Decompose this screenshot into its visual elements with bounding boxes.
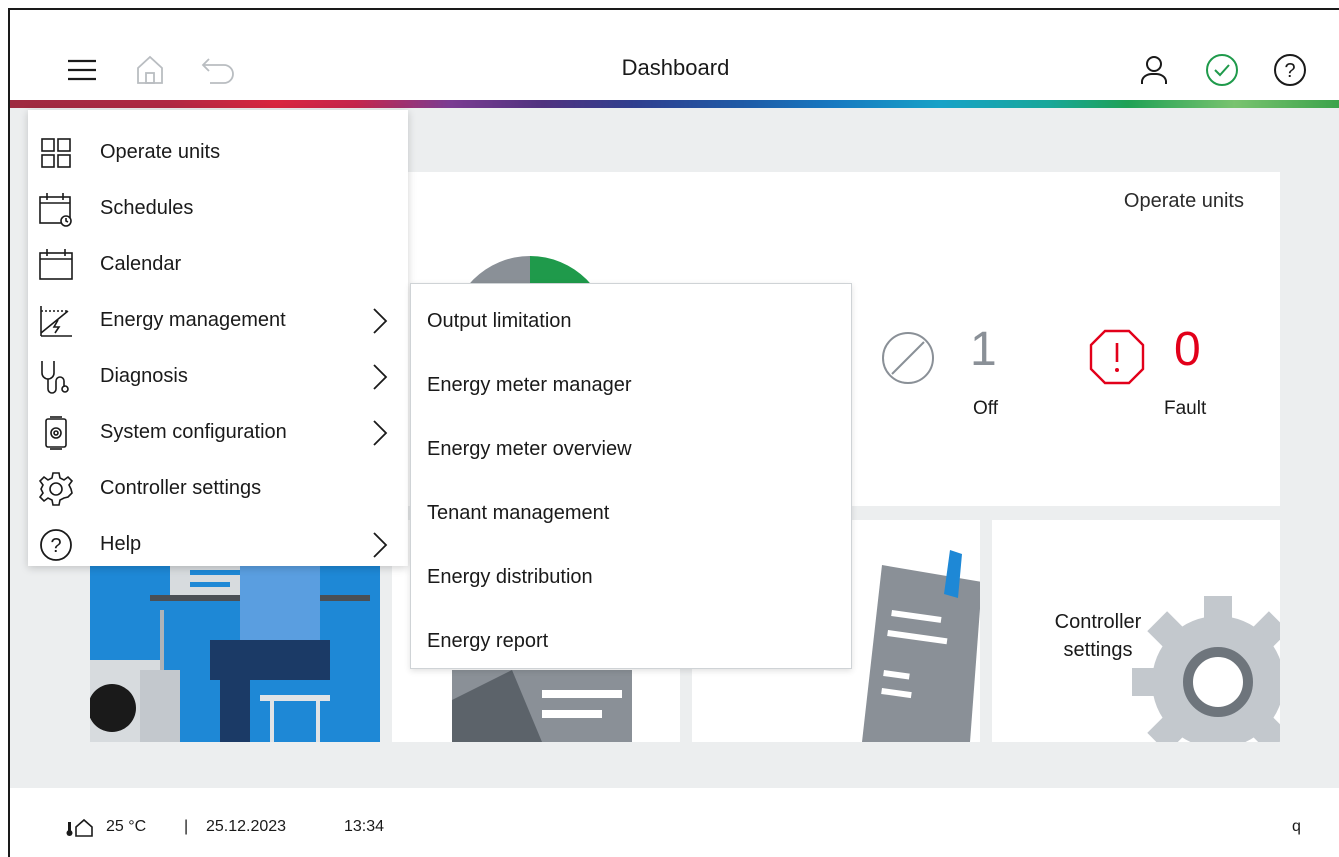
main-menu: Operate units Schedules Calendar Energy … — [28, 110, 408, 566]
temperature-value: 25 °C — [106, 818, 147, 835]
menu-item-energy-management[interactable]: Energy management — [28, 293, 408, 349]
system-configuration-icon — [38, 415, 74, 451]
fault-label: Fault — [1164, 398, 1207, 419]
submenu-item-label: Output limitation — [427, 310, 572, 332]
gear-icon — [38, 471, 74, 507]
menu-item-label: System configuration — [100, 421, 287, 443]
fault-octagon-icon — [1088, 328, 1146, 386]
help-icon[interactable]: ? — [1272, 52, 1308, 88]
svg-text:?: ? — [50, 535, 61, 557]
off-icon — [880, 330, 936, 386]
submenu-item-energy-report[interactable]: Energy report — [411, 610, 851, 674]
submenu-item-energy-meter-overview[interactable]: Energy meter overview — [411, 418, 851, 482]
diagnosis-icon — [38, 359, 74, 395]
brand-color-bar — [10, 100, 1339, 108]
help-icon: ? — [38, 527, 74, 563]
menu-item-label: Operate units — [100, 141, 221, 163]
submenu-item-label: Energy report — [427, 630, 549, 652]
submenu-item-label: Energy meter manager — [427, 374, 632, 396]
chevron-right-icon — [370, 531, 390, 559]
menu-item-calendar[interactable]: Calendar — [28, 237, 408, 293]
menu-item-system-configuration[interactable]: System configuration — [28, 405, 408, 461]
chevron-right-icon — [370, 307, 390, 335]
submenu-item-label: Tenant management — [427, 502, 610, 524]
menu-item-label: Schedules — [100, 197, 194, 219]
off-label: Off — [973, 398, 998, 419]
controller-settings-tile-label: Controller settings — [1054, 611, 1142, 661]
operate-units-card-title: Operate units — [1123, 190, 1244, 212]
menu-item-label: Controller settings — [100, 477, 262, 499]
app-header: Dashboard ? — [10, 10, 1339, 100]
menu-item-label: Diagnosis — [100, 365, 188, 387]
footer-right-indicator: q — [1292, 818, 1301, 835]
menu-item-diagnosis[interactable]: Diagnosis — [28, 349, 408, 405]
submenu-item-label: Energy distribution — [427, 566, 593, 588]
off-count: 1 — [970, 323, 997, 376]
submenu-item-energy-meter-manager[interactable]: Energy meter manager — [411, 354, 851, 418]
fault-count: 0 — [1174, 323, 1201, 376]
submenu-item-label: Energy meter overview — [427, 438, 632, 460]
energy-management-submenu: Output limitation Energy meter manager E… — [410, 283, 852, 669]
user-icon[interactable] — [1136, 52, 1172, 88]
submenu-item-tenant-management[interactable]: Tenant management — [411, 482, 851, 546]
chevron-right-icon — [370, 419, 390, 447]
menu-item-label: Help — [100, 533, 142, 555]
status-footer: 25 °C | 25.12.2023 13:34 q — [10, 788, 1339, 857]
time-value: 13:34 — [344, 818, 385, 835]
schedules-icon — [38, 191, 74, 227]
menu-item-label: Energy management — [100, 309, 286, 331]
submenu-item-energy-distribution[interactable]: Energy distribution — [411, 546, 851, 610]
menu-item-label: Calendar — [100, 253, 182, 275]
energy-management-icon — [38, 303, 74, 339]
footer-separator: | — [184, 818, 189, 835]
menu-item-help[interactable]: ? Help — [28, 517, 408, 573]
operate-units-icon — [38, 135, 74, 171]
hamburger-menu-icon[interactable] — [64, 52, 100, 88]
temperature-icon — [66, 818, 98, 838]
svg-text:?: ? — [1284, 60, 1295, 82]
chevron-right-icon — [370, 363, 390, 391]
date-value: 25.12.2023 — [206, 818, 287, 835]
status-ok-icon[interactable] — [1204, 52, 1240, 88]
calendar-icon — [38, 247, 74, 283]
controller-settings-tile[interactable]: Controller settings — [992, 520, 1280, 742]
back-icon[interactable] — [200, 52, 236, 88]
home-icon[interactable] — [132, 52, 168, 88]
menu-item-operate-units[interactable]: Operate units — [28, 125, 408, 181]
submenu-item-output-limitation[interactable]: Output limitation — [411, 290, 851, 354]
menu-item-controller-settings[interactable]: Controller settings — [28, 461, 408, 517]
menu-item-schedules[interactable]: Schedules — [28, 181, 408, 237]
app-window: Dashboard ? Operate units 1 Off 0 Fault … — [8, 8, 1339, 857]
